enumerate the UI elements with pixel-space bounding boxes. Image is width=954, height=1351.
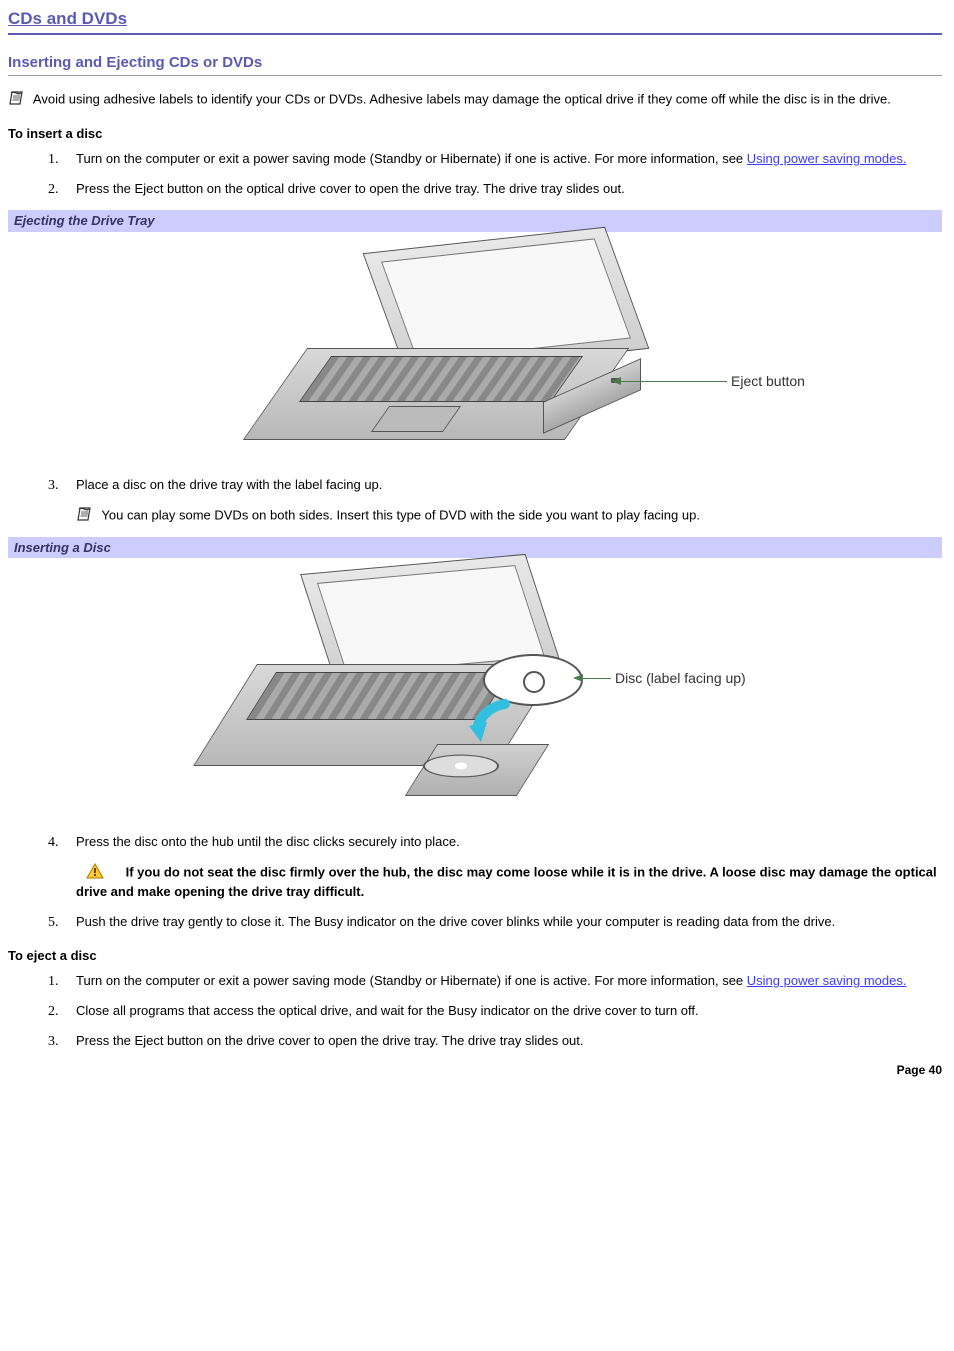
section-rule [8, 75, 942, 76]
insert-step-2: Press the Eject button on the optical dr… [62, 180, 942, 200]
insert-step-3: Place a disc on the drive tray with the … [62, 476, 942, 526]
figure1-illustration: Eject button [215, 238, 735, 458]
warning-icon [86, 863, 104, 884]
insert-step-4-warning-text: If you do not seat the disc firmly over … [76, 864, 937, 899]
figure2: Disc (label facing up) [8, 558, 942, 833]
insert-step-1: Turn on the computer or exit a power sav… [62, 150, 942, 170]
eject-step-2: Close all programs that access the optic… [62, 1002, 942, 1022]
insert-step-4-text: Press the disc onto the hub until the di… [76, 834, 460, 849]
insert-step-5-text: Push the drive tray gently to close it. … [76, 914, 835, 929]
eject-step-3: Press the Eject button on the drive cove… [62, 1032, 942, 1052]
eject-step-1-text: Turn on the computer or exit a power sav… [76, 973, 747, 988]
figure1-caption: Ejecting the Drive Tray [8, 210, 942, 232]
eject-heading: To eject a disc [8, 947, 942, 965]
eject-step-2-text: Close all programs that access the optic… [76, 1003, 699, 1018]
eject-step-1: Turn on the computer or exit a power sav… [62, 972, 942, 992]
power-saving-link[interactable]: Using power saving modes. [747, 151, 907, 166]
section-title: Inserting and Ejecting CDs or DVDs [8, 53, 942, 73]
insert-steps-cont2: Press the disc onto the hub until the di… [8, 833, 942, 933]
eject-step-3-text: Press the Eject button on the drive cove… [76, 1033, 584, 1048]
title-rule [8, 33, 942, 35]
eject-steps: Turn on the computer or exit a power sav… [8, 972, 942, 1052]
figure1-label: Eject button [731, 372, 805, 391]
insert-arrow-icon [465, 698, 515, 748]
note-adhesive: Avoid using adhesive labels to identify … [8, 90, 942, 111]
insert-step-1-text: Turn on the computer or exit a power sav… [76, 151, 747, 166]
insert-step-4-warning: If you do not seat the disc firmly over … [76, 863, 942, 901]
page-footer: Page 40 [8, 1062, 942, 1078]
note-adhesive-text: Avoid using adhesive labels to identify … [33, 92, 891, 107]
insert-step-3-note: You can play some DVDs on both sides. In… [76, 506, 942, 527]
note-icon [8, 90, 28, 111]
insert-steps-cont: Place a disc on the drive tray with the … [8, 476, 942, 526]
insert-step-4: Press the disc onto the hub until the di… [62, 833, 942, 901]
page-title: CDs and DVDs [8, 8, 942, 31]
power-saving-link[interactable]: Using power saving modes. [747, 973, 907, 988]
figure2-illustration: Disc (label facing up) [195, 564, 755, 814]
figure2-caption: Inserting a Disc [8, 537, 942, 559]
insert-step-5: Push the drive tray gently to close it. … [62, 913, 942, 933]
figure2-label: Disc (label facing up) [615, 669, 746, 688]
note-icon [76, 506, 96, 527]
figure1: Eject button [8, 232, 942, 477]
insert-step-3-text: Place a disc on the drive tray with the … [76, 477, 382, 492]
insert-heading: To insert a disc [8, 125, 942, 143]
insert-step-3-note-text: You can play some DVDs on both sides. In… [101, 508, 700, 523]
insert-step-2-text: Press the Eject button on the optical dr… [76, 181, 625, 196]
insert-steps: Turn on the computer or exit a power sav… [8, 150, 942, 200]
